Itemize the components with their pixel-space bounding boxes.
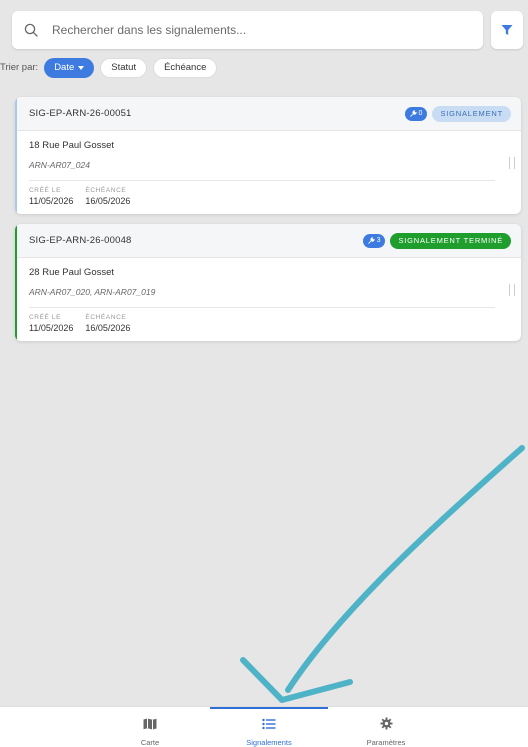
sort-chip-label: Date [54,62,75,73]
report-refs: ARN-AR07_024 [29,160,90,170]
sort-chip-due[interactable]: Échéance [153,57,218,78]
created-date: 11/05/2026 [29,323,74,333]
card-header: SIG-EP-ARN-26-00048 3 SIGNALEMENT TERMIN… [15,224,521,258]
sort-chip-label: Échéance [164,62,207,73]
sort-chip-label: Statut [111,62,137,73]
active-tab-indicator [210,707,328,709]
wrench-icon [409,110,417,117]
created-label: CRÉÉ LE [29,187,62,194]
due-date: 16/05/2026 [85,196,131,206]
filter-icon [501,25,513,35]
report-id: SIG-EP-ARN-26-00051 [29,108,132,119]
nav-label: Paramètres [366,738,406,747]
drag-handle-icon[interactable] [509,284,515,296]
search-input[interactable] [50,22,454,38]
search-icon [24,23,38,37]
due-label: ÉCHÉANCE [85,187,127,194]
sort-label: Trier par: [0,62,39,73]
search-bar[interactable] [12,11,483,49]
created-date: 11/05/2026 [29,196,74,206]
drag-handle-icon[interactable] [509,157,515,169]
report-card[interactable]: SIG-EP-ARN-26-00048 3 SIGNALEMENT TERMIN… [15,224,521,341]
nav-item-map[interactable]: Carte [91,717,209,747]
bottom-nav: Carte Signalements Paramètres [0,706,528,747]
status-badge: SIGNALEMENT TERMINÉ [390,232,511,249]
due-label: ÉCHÉANCE [85,314,127,321]
due-date: 16/05/2026 [85,323,131,333]
report-address: 28 Rue Paul Gosset [29,267,115,278]
created-label: CRÉÉ LE [29,314,62,321]
tool-count: 0 [418,110,423,117]
report-address: 18 Rue Paul Gosset [29,140,115,151]
tool-count: 3 [376,237,381,244]
gear-icon [379,717,393,730]
caret-down-icon [78,65,85,70]
nav-item-settings[interactable]: Paramètres [327,717,445,747]
filter-button[interactable] [491,11,523,49]
sort-bar: Trier par: Date Statut Échéance [0,57,223,78]
nav-item-reports[interactable]: Signalements [210,717,328,747]
report-id: SIG-EP-ARN-26-00048 [29,235,132,246]
sort-chip-date[interactable]: Date [44,57,95,78]
nav-label: Signalements [246,738,292,747]
sort-chip-status[interactable]: Statut [100,57,148,78]
status-badge: SIGNALEMENT [432,105,511,122]
card-header: SIG-EP-ARN-26-00051 0 SIGNALEMENT [15,97,521,131]
divider [29,307,495,308]
report-card[interactable]: SIG-EP-ARN-26-00051 0 SIGNALEMENT 18 Rue… [15,97,521,214]
map-icon [143,718,157,730]
report-refs: ARN-AR07_020, ARN-AR07_019 [29,287,156,297]
wrench-icon [367,237,375,244]
tool-count-badge: 3 [362,233,386,248]
nav-label: Carte [140,738,160,747]
tool-count-badge: 0 [404,106,428,121]
list-icon [262,718,276,730]
divider [29,180,495,181]
